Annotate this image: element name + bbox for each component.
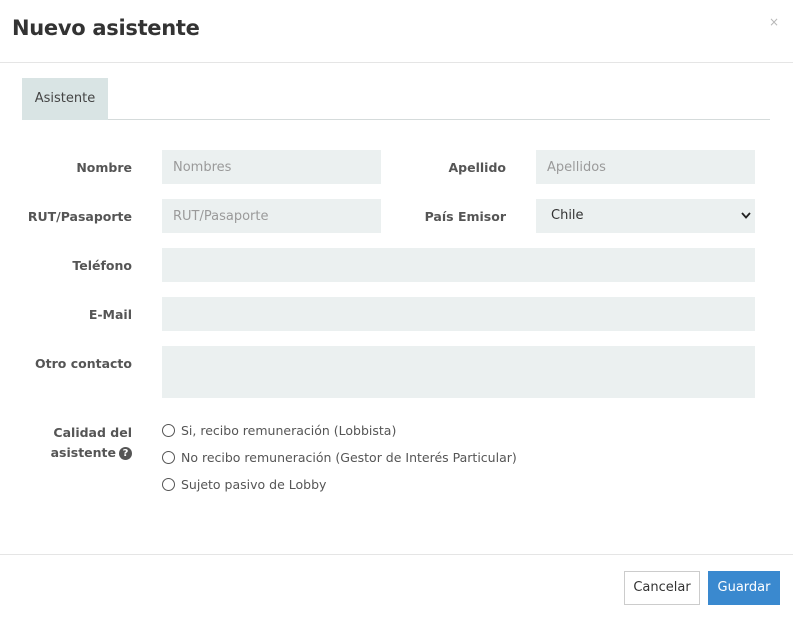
radio-label: Si, recibo remuneración (Lobbista) (181, 422, 397, 438)
pais-select[interactable]: Chile (536, 199, 755, 233)
chevron-down-icon (741, 199, 751, 247)
calidad-label-line1: Calidad del (53, 425, 132, 440)
telefono-label: Teléfono (72, 258, 132, 273)
modal-title: Nuevo asistente (12, 16, 200, 40)
otro-contacto-label: Otro contacto (35, 356, 132, 371)
apellido-label: Apellido (448, 160, 507, 175)
modal-footer: Cancelar Guardar (0, 554, 793, 617)
modal-header: Nuevo asistente × (0, 0, 793, 63)
calidad-label: Calidad del asistente? (20, 423, 132, 463)
radio-option-gestor[interactable]: No recibo remuneración (Gestor de Interé… (162, 449, 517, 465)
email-label: E-Mail (88, 307, 132, 322)
radio-button[interactable] (162, 423, 175, 437)
radio-option-sujeto-pasivo[interactable]: Sujeto pasivo de Lobby (162, 476, 326, 492)
close-icon[interactable]: × (769, 15, 779, 29)
tab-bar: Asistente (22, 78, 770, 120)
tab-asistente[interactable]: Asistente (22, 78, 108, 120)
rut-input[interactable] (162, 199, 381, 233)
save-button[interactable]: Guardar (708, 571, 780, 605)
calidad-label-line2: asistente (50, 445, 116, 460)
apellido-input[interactable] (536, 150, 755, 184)
help-icon[interactable]: ? (119, 447, 132, 460)
nombre-label: Nombre (76, 160, 132, 175)
radio-button[interactable] (162, 477, 175, 491)
pais-selected-value: Chile (551, 208, 584, 223)
rut-label: RUT/Pasaporte (27, 209, 132, 224)
telefono-input[interactable] (162, 248, 755, 282)
pais-label: País Emisor (424, 209, 506, 224)
otro-contacto-textarea[interactable] (162, 346, 755, 398)
nombre-input[interactable] (162, 150, 381, 184)
modal-dialog: Nuevo asistente × Asistente Nombre Apell… (0, 0, 793, 617)
radio-option-lobbista[interactable]: Si, recibo remuneración (Lobbista) (162, 422, 396, 438)
radio-label: No recibo remuneración (Gestor de Interé… (181, 449, 517, 465)
email-input[interactable] (162, 297, 755, 331)
radio-label: Sujeto pasivo de Lobby (181, 476, 327, 492)
cancel-button[interactable]: Cancelar (624, 571, 700, 605)
radio-button[interactable] (162, 450, 175, 464)
